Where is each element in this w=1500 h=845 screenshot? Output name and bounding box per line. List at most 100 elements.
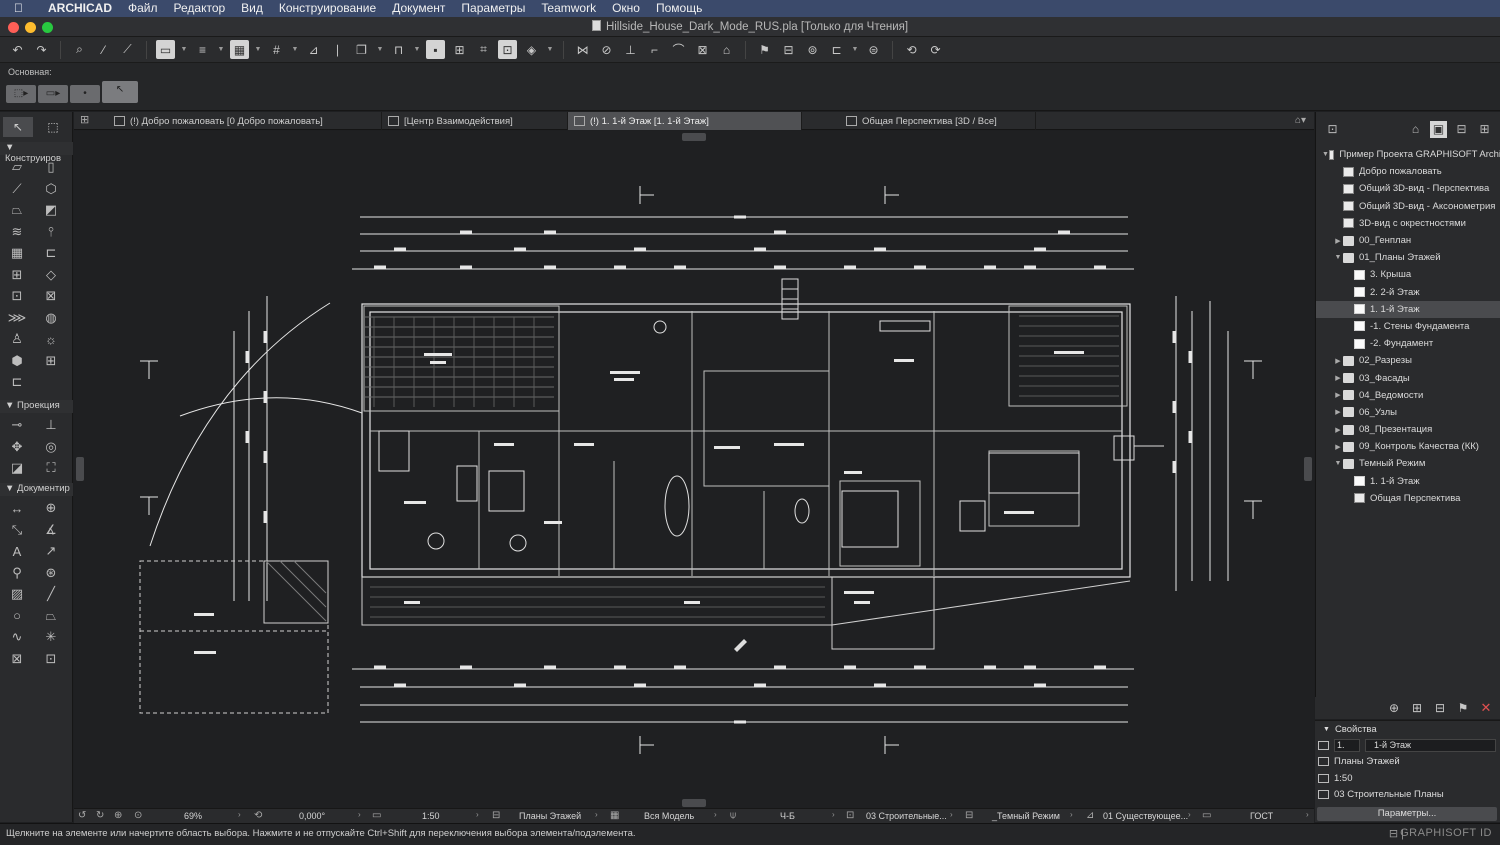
curtain-wall-icon[interactable]: ▦ [6, 244, 28, 262]
selection-shape-button[interactable]: ▭▸ [38, 85, 68, 103]
dimension-icon[interactable]: ↔ [6, 499, 28, 517]
tab-3d-perspective[interactable]: Общая Перспектива [3D / Все] [840, 112, 1036, 130]
tab-floor-plan[interactable]: (!) 1. 1-й Этаж [1. 1-й Этаж] [568, 112, 802, 130]
navigator-item[interactable]: -1. Стены Фундамента [1316, 318, 1500, 335]
model-view-value[interactable]: Вся Модель [644, 811, 694, 821]
navigator-item[interactable]: ▶ 00_Генплан [1316, 232, 1500, 249]
toolbox-section-viewpoints[interactable]: ▼ Проекция [0, 400, 73, 413]
navigator-item[interactable]: ▶ 04_Ведомости [1316, 387, 1500, 404]
menu-edit[interactable]: Редактор [166, 0, 234, 17]
story-name-field[interactable]: 1-й Этаж [1365, 738, 1496, 752]
offset-icon[interactable]: ⌒ [669, 40, 688, 59]
section-icon[interactable]: ⊸ [6, 416, 28, 434]
undo-icon[interactable]: ↶ [8, 40, 27, 59]
menu-options[interactable]: Параметры [453, 0, 533, 17]
eyedropper-icon[interactable]: ⁄ [94, 40, 113, 59]
tab-menu-icon[interactable]: ⌂▾ [1295, 115, 1306, 126]
viewpoint-icon[interactable]: ⊏ [827, 40, 846, 59]
navigator-item[interactable]: ▼ Пример Проекта GRAPHISOFT Archi [1316, 146, 1500, 163]
settings-button[interactable]: Параметры... [1317, 807, 1497, 821]
menu-design[interactable]: Конструирование [271, 0, 384, 17]
layer-combo-value[interactable]: Планы Этажей [519, 811, 581, 821]
chevron-right-icon[interactable]: › [950, 810, 953, 819]
arrow-icon[interactable]: ↖ [3, 117, 33, 137]
pen-set-value[interactable]: Ч-Б [780, 811, 795, 821]
undo-zoom-icon[interactable]: ↺ [78, 810, 86, 821]
light-icon[interactable]: ☼ [40, 330, 62, 348]
redo-zoom-icon[interactable]: ↻ [96, 810, 104, 821]
suspend-groups-icon[interactable]: ▪ [426, 40, 445, 59]
chevron-right-icon[interactable]: ▶ [1333, 237, 1343, 245]
morph-icon[interactable]: ◍ [40, 309, 62, 327]
grid-snap-icon[interactable]: ▦ [230, 40, 249, 59]
navigator-item[interactable]: Общий 3D-вид - Перспектива [1316, 180, 1500, 197]
chevron-right-icon[interactable]: › [595, 810, 598, 819]
graphisoft-id-link[interactable]: GRAPHISOFT ID [1400, 827, 1492, 839]
roof-tool-icon[interactable]: ⏢ [6, 201, 28, 219]
chevron-down-icon[interactable]: ▼ [851, 40, 859, 59]
roof-icon[interactable]: ⌂ [717, 40, 736, 59]
chevron-right-icon[interactable]: › [714, 810, 717, 819]
chevron-right-icon[interactable]: ▶ [1333, 391, 1343, 399]
label-icon[interactable]: ↗ [40, 542, 62, 560]
redo-icon[interactable]: ↷ [32, 40, 51, 59]
grid-icon[interactable]: # [267, 40, 286, 59]
column-icon[interactable]: ▯ [40, 158, 62, 176]
menu-help[interactable]: Помощь [648, 0, 710, 17]
figure-icon[interactable]: ⊡ [40, 650, 62, 668]
project-map-icon[interactable]: ⌂ [1407, 121, 1424, 138]
navigator-item[interactable]: ▶ 06_Узлы [1316, 404, 1500, 421]
menu-file[interactable]: Файл [120, 0, 166, 17]
navigator-item[interactable]: 1. 1-й Этаж [1316, 473, 1500, 490]
navigator-item[interactable]: Общая Перспектива [1316, 490, 1500, 507]
lamp-icon[interactable]: ♙ [6, 330, 28, 348]
polyline-icon[interactable]: ⏢ [40, 607, 62, 625]
stair-icon[interactable]: ≋ [6, 223, 28, 241]
slab-icon[interactable]: ⬡ [40, 180, 62, 198]
chevron-down-icon[interactable]: ▼ [217, 40, 225, 59]
opening-icon[interactable]: ⊏ [6, 373, 28, 391]
menu-document[interactable]: Документ [384, 0, 453, 17]
door-icon[interactable]: ⊏ [40, 244, 62, 262]
chevron-right-icon[interactable]: › [1306, 810, 1309, 819]
wall-icon[interactable]: ▱ [6, 158, 28, 176]
change-icon[interactable]: ⛶ [40, 459, 62, 477]
interior-elevation-icon[interactable]: ✥ [6, 438, 28, 456]
radial-dimension-icon[interactable]: ⤡ [6, 521, 28, 539]
split-icon[interactable]: ⋈ [573, 40, 592, 59]
intersect-icon[interactable]: ⊥ [621, 40, 640, 59]
navigator-item[interactable]: Общий 3D-вид - Аксонометрия [1316, 198, 1500, 215]
floor-plan-canvas[interactable] [74, 131, 1314, 808]
window-tool-icon[interactable]: ⊞ [6, 266, 28, 284]
story-number-field[interactable]: 1. [1334, 738, 1360, 752]
chevron-right-icon[interactable]: › [358, 810, 361, 819]
gravity-icon[interactable]: ◈ [522, 40, 541, 59]
properties-header[interactable]: ▼ Свойства [1315, 721, 1500, 737]
fit-window-icon[interactable]: ⊙ [134, 810, 142, 821]
chevron-right-icon[interactable]: › [238, 810, 241, 819]
publisher-sets-icon[interactable]: ⊞ [1476, 121, 1493, 138]
chevron-down-icon[interactable]: ▼ [1322, 151, 1329, 158]
apple-icon[interactable]:  [14, 2, 26, 15]
chevron-right-icon[interactable]: ▶ [1333, 426, 1343, 434]
magic-wand-icon[interactable]: ⊡ [498, 40, 517, 59]
selection-mode-button[interactable]: • [70, 85, 100, 103]
menu-window[interactable]: Окно [604, 0, 648, 17]
circle-icon[interactable]: ○ [6, 607, 28, 625]
menu-app[interactable]: ARCHICAD [40, 0, 120, 17]
flag-icon[interactable]: ⚑ [755, 40, 774, 59]
detail-icon[interactable]: ◪ [6, 459, 28, 477]
zone-stamp-icon[interactable]: ⊛ [40, 564, 62, 582]
chevron-right-icon[interactable]: › [1188, 810, 1191, 819]
shell-icon[interactable]: ◩ [40, 201, 62, 219]
navigator-item[interactable]: ▼ 01_Планы Этажей [1316, 249, 1500, 266]
chevron-right-icon[interactable]: › [832, 810, 835, 819]
navigator-item[interactable]: -2. Фундамент [1316, 335, 1500, 352]
chevron-right-icon[interactable]: ▶ [1333, 374, 1343, 382]
chevron-right-icon[interactable]: › [1070, 810, 1073, 819]
scale-value[interactable]: 1:50 [422, 811, 440, 821]
syringe-icon[interactable]: ⟋ [118, 40, 137, 59]
tab-communication-center[interactable]: [Центр Взаимодействия] [382, 112, 568, 130]
chevron-down-icon[interactable]: ▼ [1333, 460, 1343, 467]
elevation-icon[interactable]: ⊥ [40, 416, 62, 434]
